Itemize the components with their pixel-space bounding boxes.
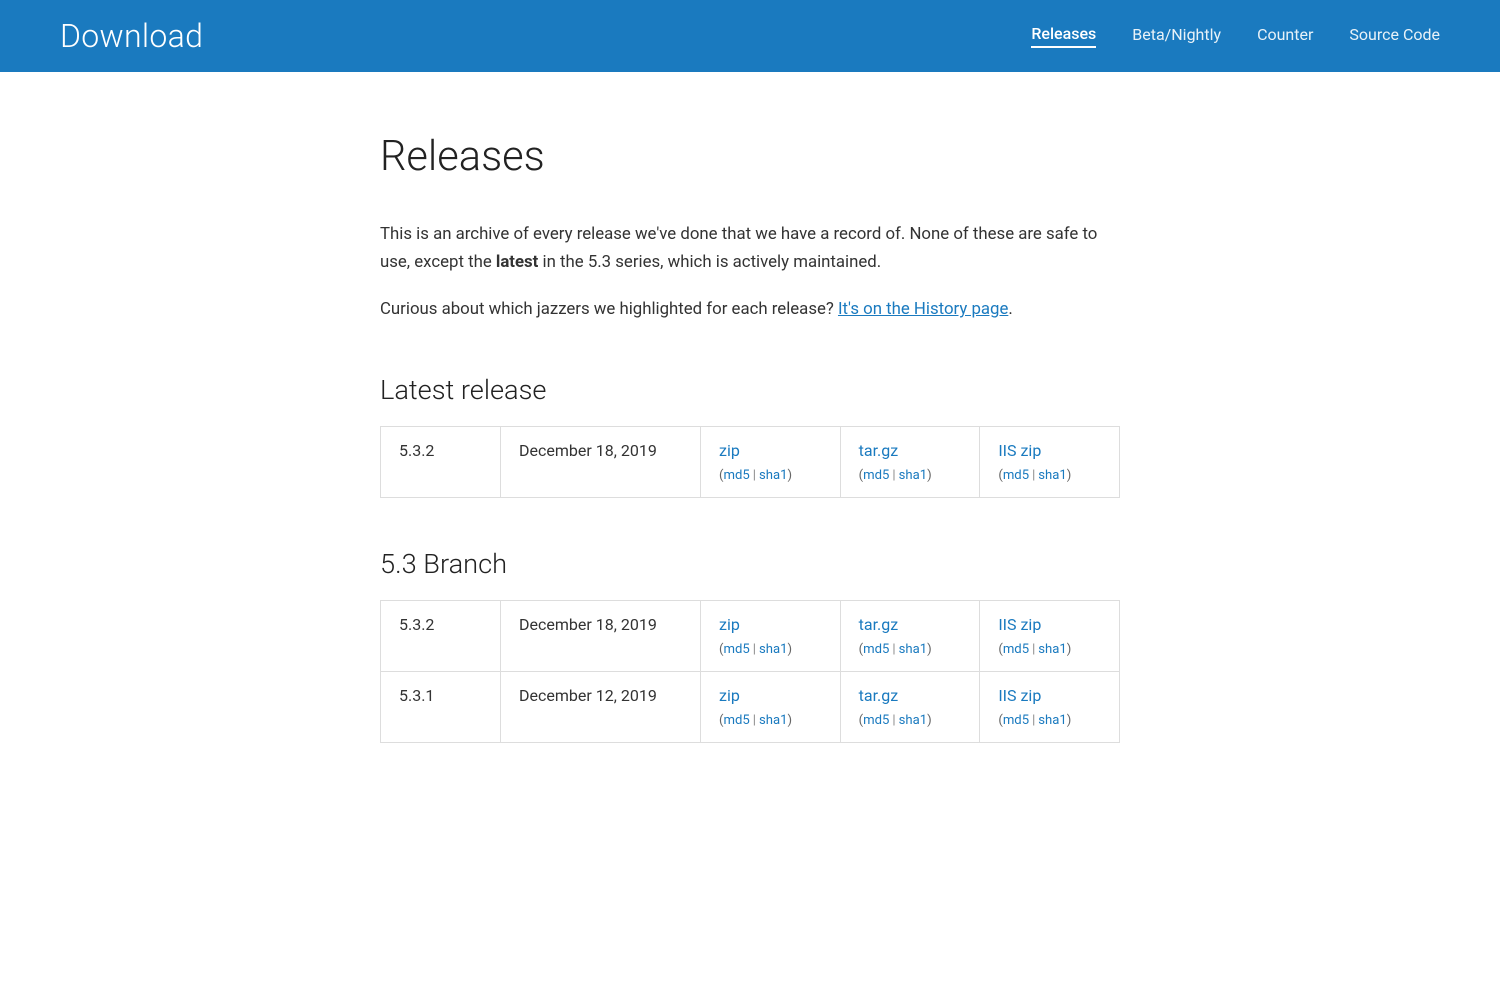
iiszip-md5-link[interactable]: md5 xyxy=(1003,713,1029,728)
iiszip-hashes: (md5|sha1) xyxy=(998,642,1071,657)
table-row: 5.3.1 December 12, 2019 zip (md5|sha1) t… xyxy=(381,672,1120,743)
iiszip-sha1-link[interactable]: sha1 xyxy=(1038,713,1067,728)
branch-53-section: 5.3 Branch 5.3.2 December 18, 2019 zip (… xyxy=(380,548,1120,743)
zip-sha1-link[interactable]: sha1 xyxy=(759,642,788,657)
iiszip-hashes: (md5|sha1) xyxy=(998,713,1071,728)
targz-hashes: (md5|sha1) xyxy=(859,642,932,657)
date-cell: December 18, 2019 xyxy=(501,601,701,672)
iiszip-sha1-link[interactable]: sha1 xyxy=(1038,642,1067,657)
iiszip-cell: IIS zip (md5|sha1) xyxy=(980,601,1120,672)
description-archive: This is an archive of every release we'v… xyxy=(380,221,1120,276)
header: Download Releases Beta/Nightly Counter S… xyxy=(0,0,1500,72)
iiszip-cell: IIS zip (md5|sha1) xyxy=(980,427,1120,498)
targz-link[interactable]: tar.gz xyxy=(859,615,962,634)
latest-release-table: 5.3.2 December 18, 2019 zip (md5|sha1) t… xyxy=(380,426,1120,498)
version-cell: 5.3.1 xyxy=(381,672,501,743)
targz-hashes: (md5|sha1) xyxy=(859,468,932,483)
zip-hashes: (md5|sha1) xyxy=(719,713,792,728)
date-cell: December 12, 2019 xyxy=(501,672,701,743)
targz-cell: tar.gz (md5|sha1) xyxy=(840,601,980,672)
targz-cell: tar.gz (md5|sha1) xyxy=(840,427,980,498)
nav-releases[interactable]: Releases xyxy=(1031,24,1096,48)
iiszip-link[interactable]: IIS zip xyxy=(998,686,1101,705)
version-cell: 5.3.2 xyxy=(381,601,501,672)
iiszip-md5-link[interactable]: md5 xyxy=(1003,468,1029,483)
branch-53-title: 5.3 Branch xyxy=(380,548,1120,580)
targz-sha1-link[interactable]: sha1 xyxy=(899,642,928,657)
zip-md5-link[interactable]: md5 xyxy=(724,713,750,728)
targz-sha1-link[interactable]: sha1 xyxy=(899,468,928,483)
zip-cell: zip (md5|sha1) xyxy=(701,672,841,743)
zip-hashes: (md5|sha1) xyxy=(719,642,792,657)
page-title: Releases xyxy=(380,132,1120,181)
nav-beta-nightly[interactable]: Beta/Nightly xyxy=(1132,25,1221,47)
branch-53-table: 5.3.2 December 18, 2019 zip (md5|sha1) t… xyxy=(380,600,1120,743)
nav-counter[interactable]: Counter xyxy=(1257,25,1313,47)
date-cell: December 18, 2019 xyxy=(501,427,701,498)
zip-cell: zip (md5|sha1) xyxy=(701,427,841,498)
targz-sha1-link[interactable]: sha1 xyxy=(899,713,928,728)
history-page-link[interactable]: It's on the History page xyxy=(838,299,1008,319)
zip-md5-link[interactable]: md5 xyxy=(724,642,750,657)
targz-cell: tar.gz (md5|sha1) xyxy=(840,672,980,743)
iiszip-cell: IIS zip (md5|sha1) xyxy=(980,672,1120,743)
iiszip-sha1-link[interactable]: sha1 xyxy=(1038,468,1067,483)
targz-md5-link[interactable]: md5 xyxy=(863,642,889,657)
zip-link[interactable]: zip xyxy=(719,615,822,634)
targz-md5-link[interactable]: md5 xyxy=(863,468,889,483)
zip-sha1-link[interactable]: sha1 xyxy=(759,713,788,728)
zip-link[interactable]: zip xyxy=(719,686,822,705)
iiszip-link[interactable]: IIS zip xyxy=(998,441,1101,460)
site-title: Download xyxy=(60,17,203,55)
targz-link[interactable]: tar.gz xyxy=(859,686,962,705)
zip-md5-link[interactable]: md5 xyxy=(724,468,750,483)
zip-cell: zip (md5|sha1) xyxy=(701,601,841,672)
iiszip-link[interactable]: IIS zip xyxy=(998,615,1101,634)
latest-release-title: Latest release xyxy=(380,374,1120,406)
latest-release-section: Latest release 5.3.2 December 18, 2019 z… xyxy=(380,374,1120,498)
zip-hashes: (md5|sha1) xyxy=(719,468,792,483)
table-row: 5.3.2 December 18, 2019 zip (md5|sha1) t… xyxy=(381,427,1120,498)
description-history: Curious about which jazzers we highlight… xyxy=(380,296,1120,324)
targz-hashes: (md5|sha1) xyxy=(859,713,932,728)
main-content: Releases This is an archive of every rel… xyxy=(340,72,1160,853)
zip-link[interactable]: zip xyxy=(719,441,822,460)
iiszip-md5-link[interactable]: md5 xyxy=(1003,642,1029,657)
nav-source-code[interactable]: Source Code xyxy=(1349,25,1440,47)
iiszip-hashes: (md5|sha1) xyxy=(998,468,1071,483)
targz-link[interactable]: tar.gz xyxy=(859,441,962,460)
header-nav: Releases Beta/Nightly Counter Source Cod… xyxy=(1031,24,1440,48)
version-cell: 5.3.2 xyxy=(381,427,501,498)
zip-sha1-link[interactable]: sha1 xyxy=(759,468,788,483)
targz-md5-link[interactable]: md5 xyxy=(863,713,889,728)
table-row: 5.3.2 December 18, 2019 zip (md5|sha1) t… xyxy=(381,601,1120,672)
